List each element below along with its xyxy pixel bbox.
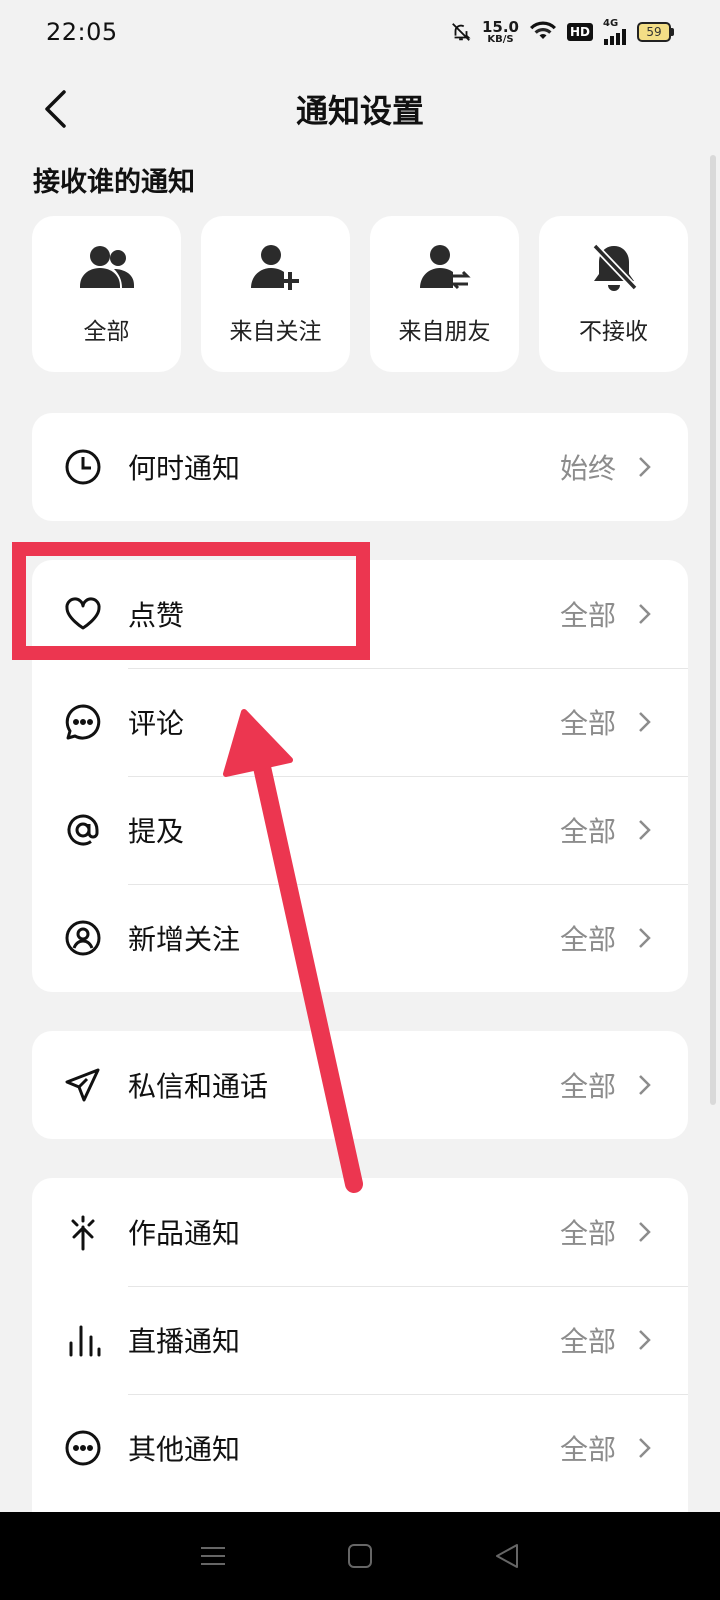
users-group-icon xyxy=(79,246,134,288)
net-speed: 15.0 KB/S xyxy=(481,17,519,45)
setting-row-mentions[interactable]: 提及 全部 xyxy=(32,776,688,884)
divider xyxy=(128,668,688,669)
user-exchange-icon xyxy=(419,245,471,290)
clock-icon xyxy=(65,449,101,485)
back-button[interactable] xyxy=(30,84,80,134)
setting-row-messages[interactable]: 私信和通话 全部 xyxy=(32,1031,688,1139)
who-option-none[interactable]: 不接收 xyxy=(539,216,688,372)
messages-card: 私信和通话 全部 xyxy=(32,1031,688,1139)
scrollbar[interactable] xyxy=(710,155,716,1105)
chevron-right-icon xyxy=(639,604,651,624)
who-option-following[interactable]: 来自关注 xyxy=(201,216,350,372)
status-bar: 22:05 15.0 KB/S HD 4G 59 xyxy=(0,0,720,64)
chevron-right-icon xyxy=(639,1330,651,1350)
back-chevron-icon xyxy=(45,90,66,128)
setting-row-works[interactable]: 作品通知 全部 xyxy=(32,1178,688,1286)
setting-row-other[interactable]: 其他通知 全部 xyxy=(32,1394,688,1502)
chevron-right-icon xyxy=(639,712,651,732)
chevron-right-icon xyxy=(639,820,651,840)
wifi-icon xyxy=(529,21,556,39)
when-card: 何时通知 始终 xyxy=(32,413,688,521)
user-circle-icon xyxy=(65,920,101,956)
status-icons: 15.0 KB/S HD 4G 59 xyxy=(450,19,674,45)
content-card: 作品通知 全部 直播通知 全部 其他通知 全部 xyxy=(32,1178,688,1512)
bell-muted-icon xyxy=(452,23,471,41)
back-triangle-icon[interactable] xyxy=(492,1541,522,1571)
setting-row-new-followers[interactable]: 新增关注 全部 xyxy=(32,884,688,992)
chevron-right-icon xyxy=(639,1075,651,1095)
divider xyxy=(128,1286,688,1287)
home-icon[interactable] xyxy=(345,1541,375,1571)
section-title: 接收谁的通知 xyxy=(33,167,195,198)
battery-icon: 59 xyxy=(637,22,674,42)
sparkle-icon xyxy=(71,1215,95,1251)
setting-row-comments[interactable]: 评论 全部 xyxy=(32,668,688,776)
who-option-all[interactable]: 全部 xyxy=(32,216,181,372)
setting-row-live[interactable]: 直播通知 全部 xyxy=(32,1286,688,1394)
page-title: 通知设置 xyxy=(295,92,424,130)
divider xyxy=(128,884,688,885)
at-icon xyxy=(67,814,99,846)
more-circle-icon xyxy=(65,1430,101,1466)
divider xyxy=(128,776,688,777)
comment-icon xyxy=(65,704,101,740)
hd-badge: HD xyxy=(566,23,593,41)
chevron-right-icon xyxy=(639,457,651,477)
send-icon xyxy=(65,1068,100,1102)
chevron-right-icon xyxy=(639,1222,651,1242)
chevron-right-icon xyxy=(639,928,651,948)
system-nav-bar xyxy=(0,1512,720,1600)
who-options: 全部 来自关注 来自朋友 不接收 xyxy=(32,216,688,372)
menu-icon[interactable] xyxy=(198,1541,228,1571)
live-bars-icon xyxy=(69,1325,101,1357)
highlight-box xyxy=(12,542,370,660)
header: 通知设置 xyxy=(0,64,720,154)
user-add-icon xyxy=(250,245,299,290)
who-option-friends[interactable]: 来自朋友 xyxy=(370,216,519,372)
setting-row-when[interactable]: 何时通知 始终 xyxy=(32,413,688,521)
divider xyxy=(128,1394,688,1395)
signal-icon: 4G xyxy=(603,19,627,45)
bell-off-icon xyxy=(591,243,638,291)
chevron-right-icon xyxy=(639,1438,651,1458)
status-time: 22:05 xyxy=(46,18,118,46)
